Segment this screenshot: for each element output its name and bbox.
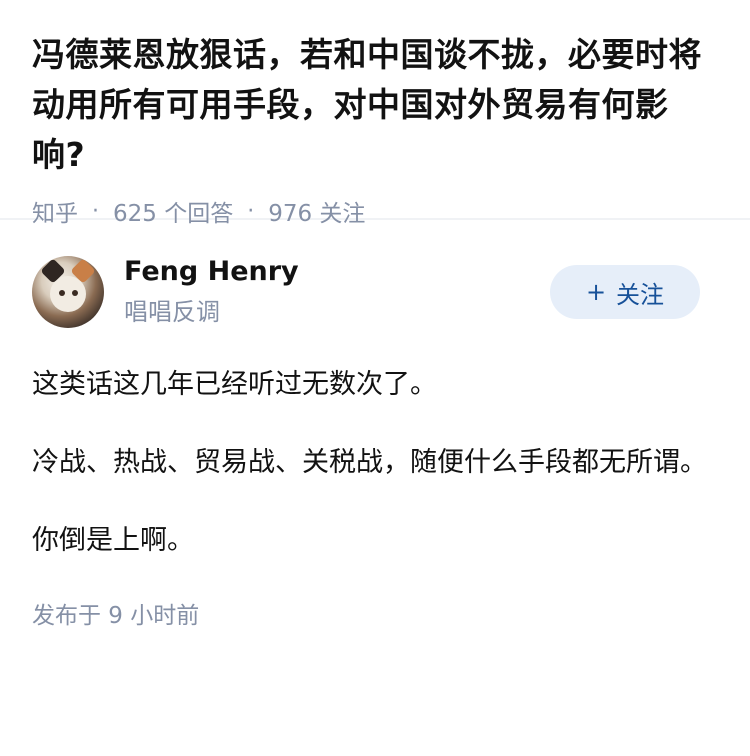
author-bio: 唱唱反调 [124,298,220,326]
author-name[interactable]: Feng Henry [124,254,550,290]
source-label[interactable]: 知乎 [32,194,78,228]
author-row: Feng Henry 唱唱反调 + 关注 [32,252,718,332]
separator-dot: · [247,198,255,224]
answer-paragraph: 你倒是上啊。 [32,525,194,556]
answer-content: 这类话这几年已经听过无数次了。 冷战、热战、贸易战、关税战，随便什么手段都无所谓… [32,362,718,564]
follow-button[interactable]: + 关注 [550,265,700,319]
follow-label: 关注 [616,280,665,309]
answer-paragraph: 冷战、热战、贸易战、关税战，随便什么手段都无所谓。 [32,447,707,478]
author-info: Feng Henry 唱唱反调 [124,254,550,330]
answers-count[interactable]: 625 个回答 [113,194,233,228]
plus-icon: + [585,278,607,306]
question-header: 冯德莱恩放狠话，若和中国谈不拢，必要时将动用所有可用手段，对中国对外贸易有何影响… [0,0,750,227]
answer-card: Feng Henry 唱唱反调 + 关注 这类话这几年已经听过无数次了。 冷战、… [0,220,750,630]
separator-dot: · [92,198,99,224]
followers-count[interactable]: 976 关注 [268,194,365,228]
posted-time: 发布于 9 小时前 [32,603,200,629]
avatar[interactable] [32,256,104,328]
question-title[interactable]: 冯德莱恩放狠话，若和中国谈不拢，必要时将动用所有可用手段，对中国对外贸易有何影响… [32,30,718,180]
answer-paragraph: 这类话这几年已经听过无数次了。 [32,369,437,400]
